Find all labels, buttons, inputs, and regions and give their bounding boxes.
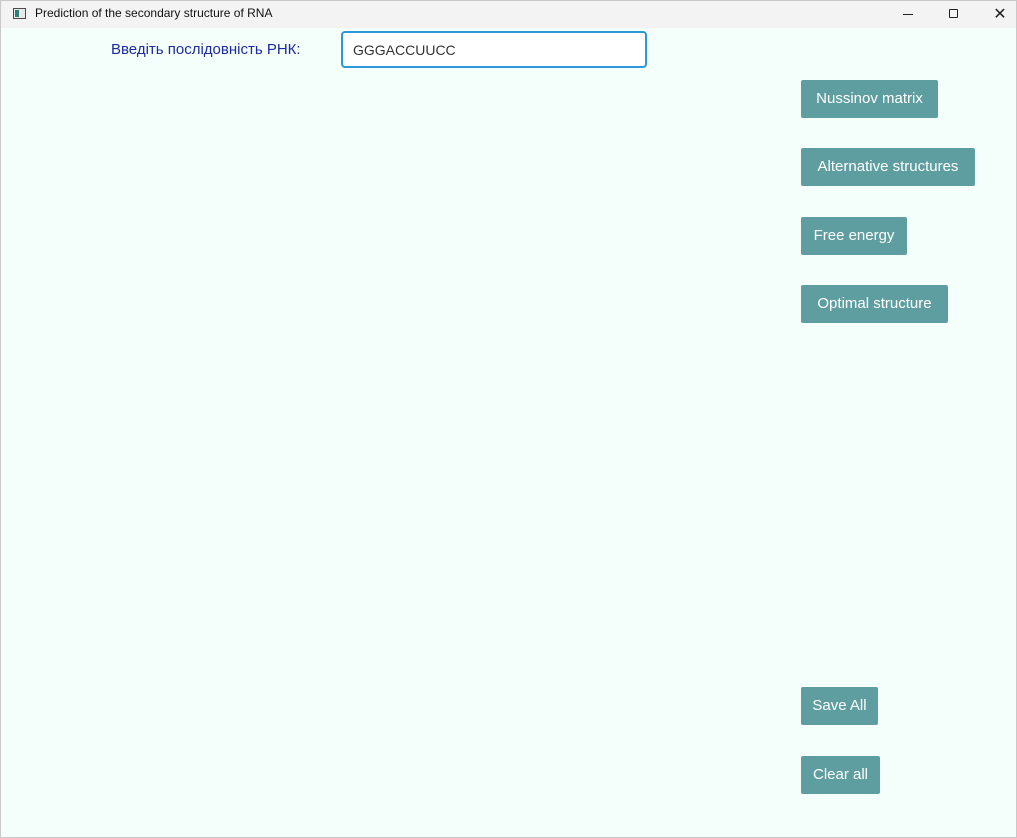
title-bar[interactable]: Prediction of the secondary structure of… xyxy=(1,1,1016,28)
clear-all-button[interactable]: Clear all xyxy=(801,756,880,794)
sequence-input[interactable] xyxy=(341,31,647,68)
app-window: Prediction of the secondary structure of… xyxy=(0,0,1017,838)
alternative-structures-button[interactable]: Alternative structures xyxy=(801,148,975,186)
minimize-button[interactable] xyxy=(885,1,931,28)
close-button[interactable]: ✕ xyxy=(977,1,1016,28)
optimal-structure-button[interactable]: Optimal structure xyxy=(801,285,948,323)
save-all-button[interactable]: Save All xyxy=(801,687,878,725)
sequence-label: Введіть послідовність РНК: xyxy=(111,41,301,58)
free-energy-button[interactable]: Free energy xyxy=(801,217,907,255)
app-icon xyxy=(13,8,26,19)
maximize-button[interactable] xyxy=(931,1,977,28)
minimize-icon xyxy=(903,14,913,15)
nussinov-matrix-button[interactable]: Nussinov matrix xyxy=(801,80,938,118)
maximize-icon xyxy=(949,9,958,18)
window-title: Prediction of the secondary structure of… xyxy=(35,6,273,20)
close-icon: ✕ xyxy=(993,4,1007,23)
